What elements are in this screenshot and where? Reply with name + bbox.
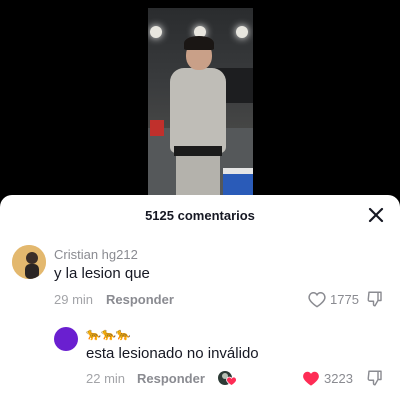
avatar-image bbox=[12, 245, 46, 279]
video-player[interactable] bbox=[148, 8, 253, 203]
ceiling-light bbox=[236, 26, 248, 38]
comments-header: 5125 comentarios bbox=[0, 195, 400, 235]
dislike-icon[interactable] bbox=[366, 290, 384, 308]
like-count: 1775 bbox=[330, 292, 359, 307]
avatar[interactable] bbox=[12, 245, 46, 279]
close-icon[interactable] bbox=[366, 205, 386, 225]
avatar[interactable] bbox=[54, 327, 78, 351]
comment-text: esta lesionado no inválido bbox=[86, 345, 259, 362]
creator-avatar-icon bbox=[218, 371, 237, 386]
comment-text: y la lesion que bbox=[54, 265, 150, 282]
comment-time: 29 min bbox=[54, 292, 94, 307]
reply-button[interactable]: Responder bbox=[137, 371, 205, 386]
red-item bbox=[150, 120, 164, 136]
comments-sheet: 5125 comentarios Cristian hg212 y la les… bbox=[0, 195, 400, 405]
app-frame: 5125 comentarios Cristian hg212 y la les… bbox=[0, 0, 400, 405]
creator-liked-badge bbox=[217, 369, 237, 387]
reply-button[interactable]: Responder bbox=[106, 292, 174, 307]
comment-count: 5125 comentarios bbox=[145, 208, 255, 223]
heart-icon[interactable] bbox=[308, 291, 326, 308]
comment-item: Cristian hg212 y la lesion que 29 min Re… bbox=[0, 243, 400, 315]
comment-username[interactable]: Cristian hg212 bbox=[54, 247, 138, 262]
heart-filled-icon[interactable] bbox=[302, 370, 320, 387]
comment-username[interactable]: 🐆🐆🐆 bbox=[86, 327, 131, 341]
reply-item: 🐆🐆🐆 esta lesionado no inválido 22 min Re… bbox=[0, 323, 400, 395]
person-belt bbox=[174, 146, 222, 156]
comment-time: 22 min bbox=[86, 371, 126, 386]
like-count: 3223 bbox=[324, 371, 353, 386]
dislike-icon[interactable] bbox=[366, 369, 384, 387]
person-hair bbox=[184, 36, 214, 50]
person-torso bbox=[170, 68, 226, 153]
ceiling-light bbox=[150, 26, 162, 38]
